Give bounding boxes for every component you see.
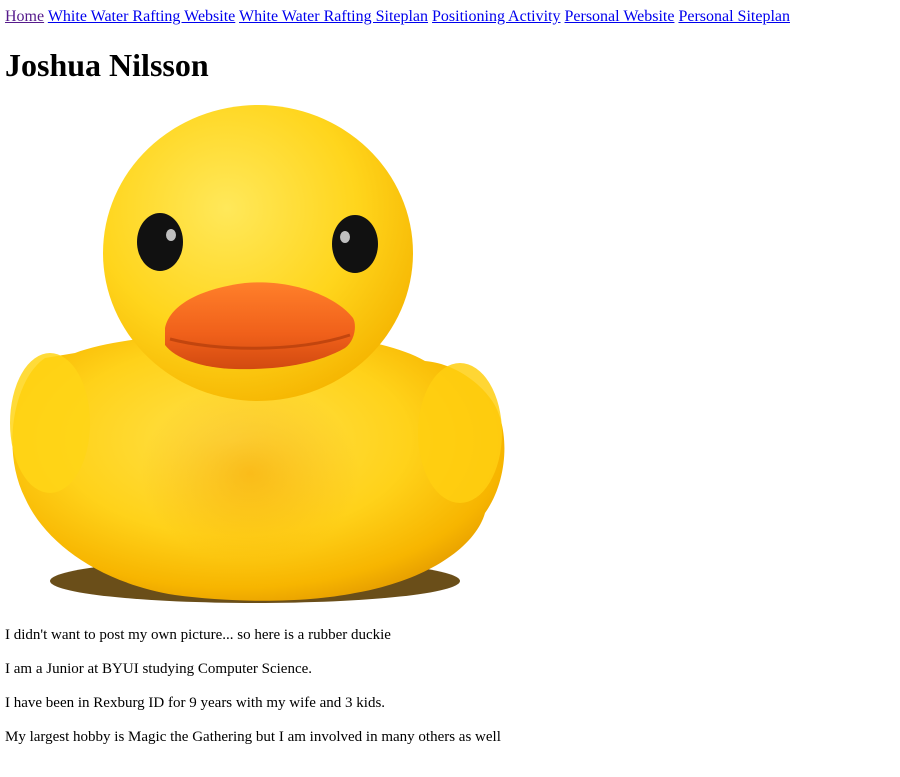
page-title: Joshua Nilsson [5, 47, 209, 83]
nav-link-personal-website[interactable]: Personal Website [565, 8, 675, 25]
bio-location-family: I have been in Rexburg ID for 9 years wi… [5, 695, 386, 711]
nav-link-positioning-activity[interactable]: Positioning Activity [432, 8, 560, 25]
bio-hobby: My largest hobby is Magic the Gathering … [5, 729, 501, 745]
bio-education: I am a Junior at BYUI studying Computer … [5, 661, 313, 677]
nav-link-personal-siteplan[interactable]: Personal Siteplan [678, 8, 790, 25]
nav-link-home[interactable]: Home [5, 8, 44, 25]
rubber-duck-image [5, 103, 505, 605]
nav-link-white-water-rafting-siteplan[interactable]: White Water Rafting Siteplan [239, 8, 428, 25]
top-navigation: Home White Water Rafting Website White W… [5, 8, 790, 26]
duck-caption: I didn't want to post my own picture... … [5, 627, 391, 643]
nav-link-white-water-rafting-website[interactable]: White Water Rafting Website [48, 8, 235, 25]
page: Home White Water Rafting Website White W… [0, 0, 900, 777]
